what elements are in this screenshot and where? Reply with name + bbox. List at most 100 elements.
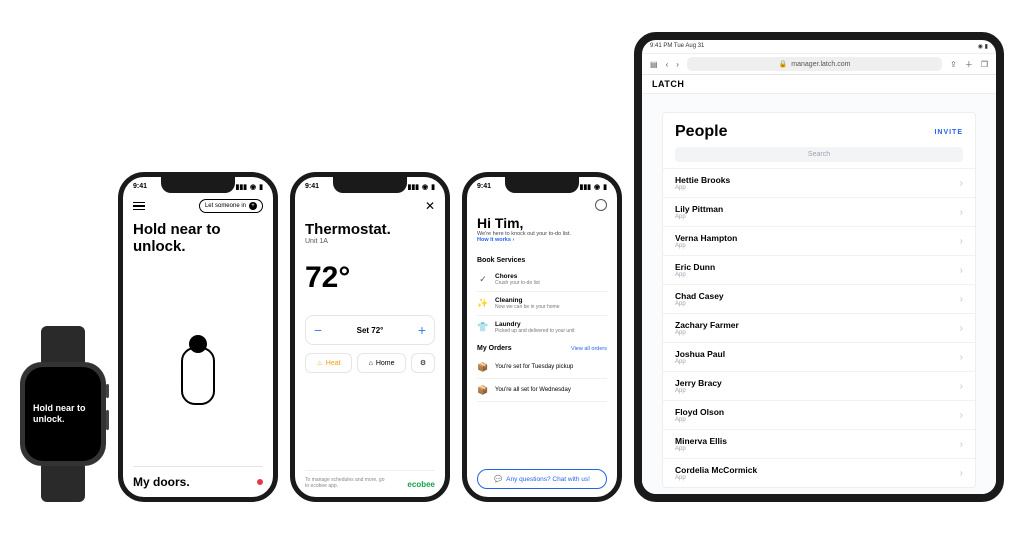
plus-icon: + [249,202,257,210]
person-row[interactable]: Floyd OlsonApp› [663,400,975,429]
forward-icon[interactable]: › [676,60,679,69]
person-role: App [675,243,737,249]
tabs-icon[interactable]: ❐ [981,60,988,69]
settings-button[interactable]: ⚙ [411,353,435,373]
person-name: Hettie Brooks [675,175,730,185]
heat-label: Heat [326,360,341,367]
chevron-right-icon: › [960,207,963,218]
person-row[interactable]: Minerva EllisApp› [663,429,975,458]
person-row[interactable]: Zachary FarmerApp› [663,313,975,342]
watch-unlock-text: Hold near to unlock. [33,403,93,425]
chevron-right-icon: › [960,381,963,392]
person-row[interactable]: Chad CaseyApp› [663,284,975,313]
side-button[interactable] [106,410,109,430]
person-name: Zachary Farmer [675,320,739,330]
person-row[interactable]: Hettie BrooksApp› [663,168,975,197]
signal-icon: ▮▮▮ [579,183,591,191]
service-row[interactable]: ✓ChoresCrush your to-do list [477,268,607,292]
order-icon: 📦 [477,384,489,396]
profile-icon[interactable] [595,199,607,211]
temp-down-button[interactable]: − [314,322,322,338]
url-text: manager.latch.com [791,61,850,68]
status-right: ▮▮▮ ◉ ▮ [235,183,263,191]
thermostat-unit: Unit 1A [305,238,435,245]
watch-screen[interactable]: Hold near to unlock. [25,367,101,461]
service-title: Chores [495,273,540,280]
ecobee-logo: ecobee [407,480,435,489]
notch [161,177,235,193]
person-name: Cordelia McCormick [675,465,757,475]
temp-up-button[interactable]: + [418,322,426,338]
chevron-right-icon: › [960,468,963,479]
ipad-status-left: 9:41 PM Tue Aug 31 [650,43,704,50]
safari-toolbar: ▤ ‹ › 🔒 manager.latch.com ⇪ ＋ ❐ [642,54,996,75]
order-icon: 📦 [477,361,489,373]
person-role: App [675,475,757,481]
notch [505,177,579,193]
share-icon[interactable]: ⇪ [950,60,957,69]
view-all-orders-link[interactable]: View all orders [571,346,607,352]
order-row[interactable]: 📦You're set for Tuesday pickup [477,356,607,379]
lock-icon: 🔒 [779,60,788,68]
status-right: ▮▮▮ ◉ ▮ [579,183,607,191]
unlock-title: Hold near to unlock. [133,221,263,256]
chat-icon: 💬 [494,475,502,483]
sidebar-icon[interactable]: ▤ [650,60,658,69]
chevron-right-icon: › [960,236,963,247]
wifi-icon: ◉ [422,183,428,191]
person-row[interactable]: Lily PittmanApp › [663,197,975,226]
close-icon[interactable]: ✕ [425,199,435,213]
phone-unlock: 9:41 ▮▮▮ ◉ ▮ Let someone in + Hold near … [118,172,278,502]
person-name: Lily Pittman [675,204,723,214]
order-row[interactable]: 📦 You're all set for Wednesday [477,379,607,402]
person-name: Chad Casey [675,291,724,301]
mode-home-button[interactable]: ⌂ Home [357,353,406,373]
address-bar[interactable]: 🔒 manager.latch.com [687,57,942,71]
latch-logo: LATCH [652,79,684,89]
chevron-right-icon: › [960,265,963,276]
person-role: App [675,359,725,365]
battery-icon: ▮ [259,183,263,191]
let-someone-in-label: Let someone in [205,203,246,209]
new-tab-icon[interactable]: ＋ [965,59,973,70]
status-time: 9:41 [133,183,147,190]
current-temp: 72° [305,261,435,295]
chevron-right-icon: › [960,410,963,421]
person-row[interactable]: Joshua PaulApp› [663,342,975,371]
digital-crown[interactable] [106,384,109,398]
let-someone-in-button[interactable]: Let someone in + [199,199,263,213]
people-search-input[interactable]: Search [675,147,963,162]
person-name: Floyd Olson [675,407,724,417]
person-row[interactable]: Eric DunnApp› [663,255,975,284]
my-doors-label[interactable]: My doors. [133,475,190,489]
lock-graphic [133,286,263,467]
person-name: Minerva Ellis [675,436,727,446]
home-icon: ⌂ [369,360,373,367]
mode-heat-button[interactable]: ♨ Heat [305,353,352,373]
person-row[interactable]: Jerry BracyApp› [663,371,975,400]
person-row[interactable]: Verna HamptonApp› [663,226,975,255]
chevron-right-icon: › [960,439,963,450]
person-role: App [675,214,723,220]
battery-icon: ▮ [603,183,607,191]
menu-icon[interactable] [133,202,145,211]
person-role: App [675,301,724,307]
back-icon[interactable]: ‹ [666,60,669,69]
order-text: You're all set for Wednesday [495,387,571,393]
notch [333,177,407,193]
service-desc: Crush your to-do list [495,280,540,286]
how-it-works-link[interactable]: How it works › [477,237,607,243]
watch-band-bottom [41,466,85,502]
chat-button[interactable]: 💬 Any questions? Chat with us! [477,469,607,489]
book-services-title: Book Services [477,257,525,264]
service-row[interactable]: 👕LaundryPicked up and delivered to your … [477,316,607,339]
people-card: People INVITE Search Hettie BrooksApp›Li… [662,112,976,488]
chevron-right-icon: › [960,323,963,334]
invite-button[interactable]: INVITE [934,129,963,136]
brand-bar: LATCH [642,75,996,94]
person-row[interactable]: Cordelia McCormickApp › [663,458,975,487]
people-title: People [675,123,727,141]
flame-icon: ♨ [317,359,323,367]
service-row[interactable]: ✨CleaningNow we can be in your home [477,292,607,316]
my-orders-title: My Orders [477,345,512,352]
